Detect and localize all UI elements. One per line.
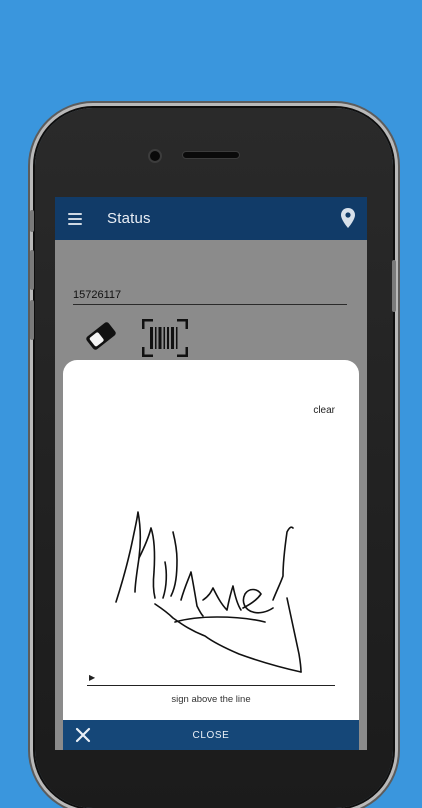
front-camera (148, 149, 162, 163)
close-label: CLOSE (192, 729, 230, 741)
signature-hint: sign above the line (171, 694, 251, 705)
signature-dialog: clear ▶ sign above the line (63, 360, 359, 750)
menu-icon[interactable] (68, 212, 82, 225)
earpiece-speaker (182, 151, 240, 159)
page-title: Status (107, 210, 151, 227)
signature-start-marker: ▶ (89, 673, 96, 682)
eraser-icon[interactable] (81, 318, 121, 354)
signature-canvas[interactable] (63, 360, 359, 700)
volume-up-button (30, 250, 34, 290)
close-icon[interactable] (75, 727, 91, 743)
close-button[interactable]: CLOSE (63, 720, 359, 750)
id-field[interactable]: 15726117 (73, 286, 347, 305)
id-value: 15726117 (73, 289, 122, 301)
power-button (392, 260, 396, 312)
barcode-scan-icon[interactable] (142, 319, 188, 357)
app-bar: Status (55, 197, 367, 240)
volume-down-button (30, 300, 34, 340)
location-pin-icon[interactable] (341, 208, 355, 228)
signature-line (87, 685, 335, 686)
mute-switch (30, 210, 34, 232)
